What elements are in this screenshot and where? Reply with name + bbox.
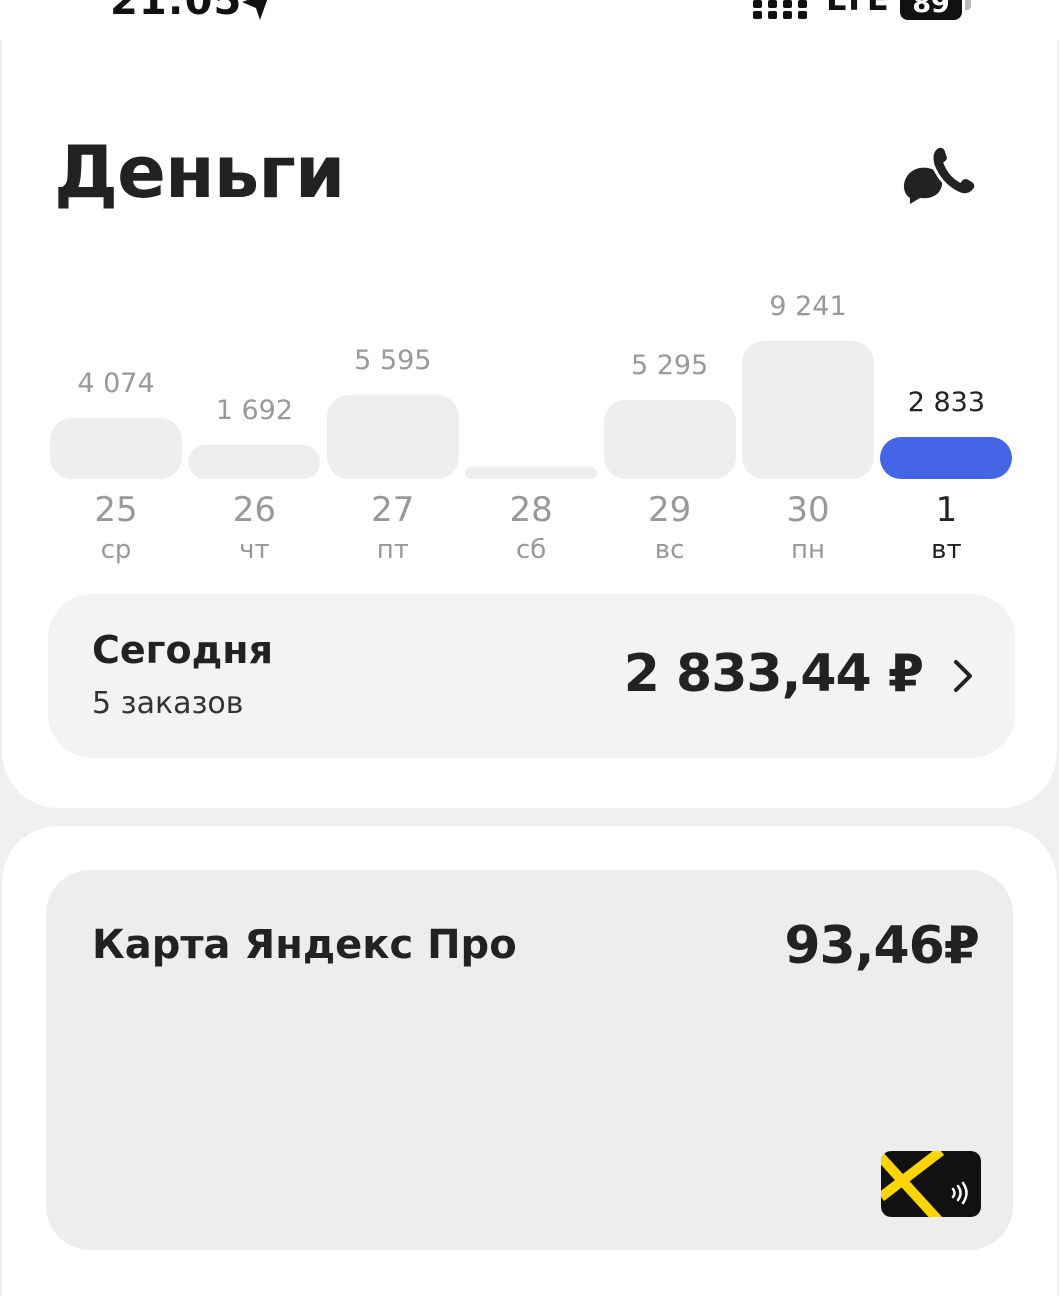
chart-bar-value: 4 074 [77,368,155,400]
battery-level: 89 [912,0,950,19]
today-amount: 2 833,44 ₽ [623,644,924,704]
chart-day-number[interactable]: 26 [188,490,320,530]
signal-strength-icon [753,0,807,19]
chart-day-name: ср [100,535,132,565]
pro-card-title: Карта Яндекс Про [92,922,517,968]
chart-bar-value: 2 833 [907,386,986,418]
chart-day-number[interactable]: 1 [880,490,1012,530]
chart-day-name: пн [791,535,825,565]
bank-card-icon [881,1151,981,1217]
chart-day-number[interactable]: 28 [465,490,597,530]
yandex-pro-card[interactable]: Карта Яндекс Про 93,46₽ [46,870,1013,1250]
chart-day-number[interactable]: 27 [327,490,459,530]
chart-day-name: сб [516,535,547,565]
battery-icon: 89 [900,0,962,20]
chevron-right-icon [954,660,972,692]
chart-bar[interactable] [50,418,182,479]
chart-bar-value: 5 595 [354,345,432,377]
chart-day-number[interactable]: 29 [604,490,736,530]
chart-bar-value: 5 295 [630,349,709,381]
today-orders-count: 5 заказов [92,686,244,721]
chart-bar[interactable] [742,341,874,479]
earnings-chart: 4 074 25 ср 1 692 26 чт 5 595 27 пт 28 сб 5 295 29 вс… [2,0,1059,600]
status-bar: 21:05 LTE 89 [0,0,1059,40]
chart-bar-value: 9 241 [769,291,847,322]
chart-day-name: чт [239,535,270,565]
chart-day-name: вт [931,535,962,565]
chart-day-number[interactable]: 25 [50,490,182,530]
battery-cap [965,0,971,10]
money-panel: Деньги 4 074 25 ср 1 692 26 чт 5 595 27 пт 28 сб 5 … [2,0,1057,808]
location-arrow-icon [242,0,268,20]
pro-card-balance: 93,46₽ [784,916,980,976]
today-label: Сегодня [92,628,273,672]
chart-day-name: пт [376,535,409,565]
chart-bar[interactable] [326,395,459,479]
chart-bar-value: 1 692 [215,395,294,426]
today-summary-button[interactable]: Сегодня 5 заказов 2 833,44 ₽ [48,594,1015,758]
status-time: 21:05 [110,0,243,24]
chart-bar[interactable] [603,399,736,479]
chart-day-name: вс [654,535,685,565]
chart-bar[interactable] [880,436,1013,479]
chart-bar[interactable] [465,467,598,479]
network-type: LTE [826,0,891,18]
chart-bar[interactable] [188,445,321,479]
card-section: Карта Яндекс Про 93,46₽ [2,826,1057,1296]
chart-day-number[interactable]: 30 [742,490,874,530]
